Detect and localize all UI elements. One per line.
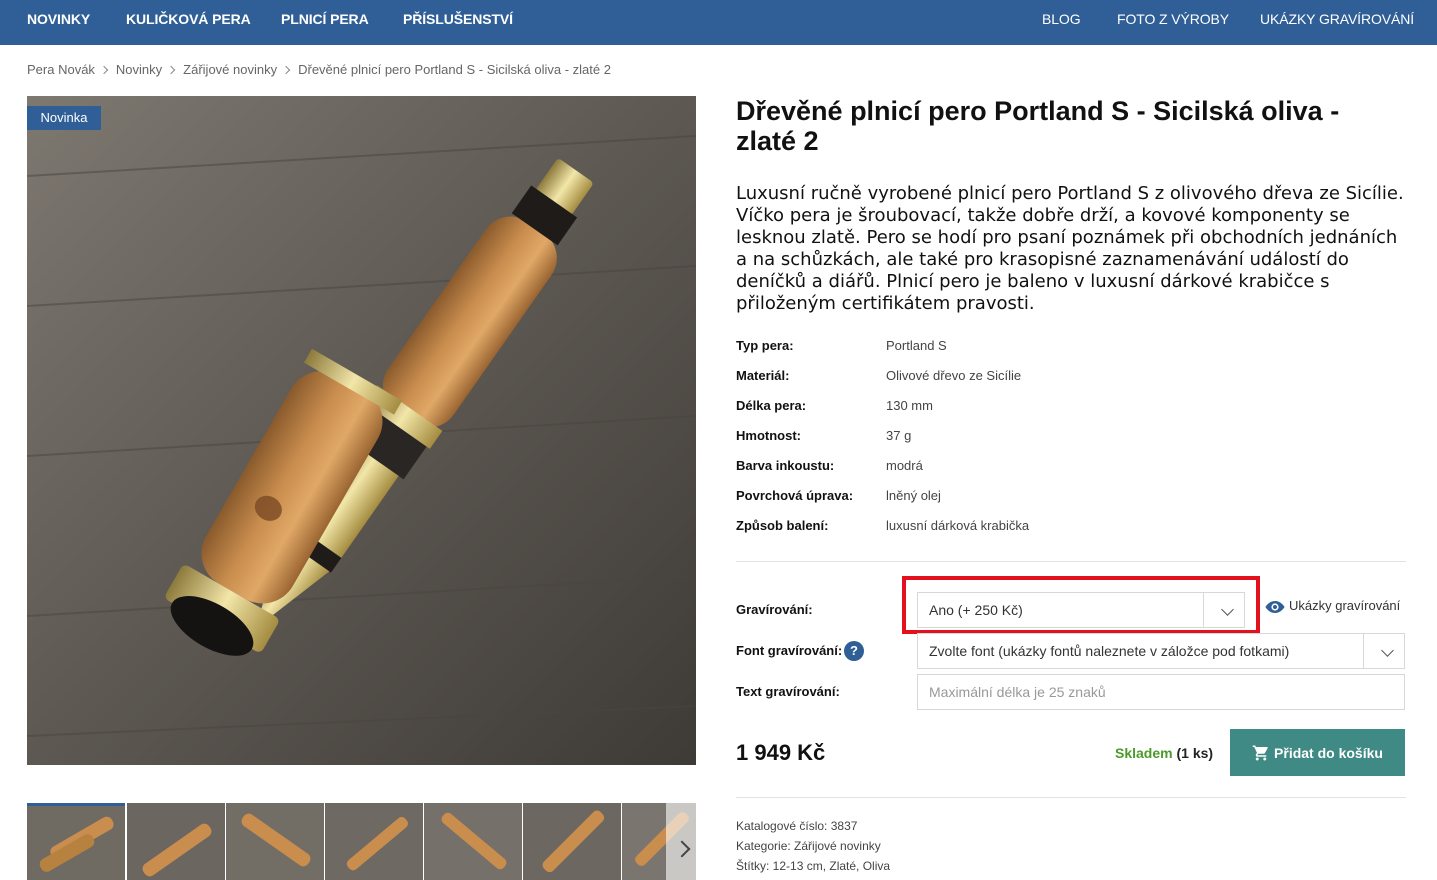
stock-status: Skladem (1 ks) xyxy=(1115,745,1213,761)
nav-item-blog[interactable]: BLOG xyxy=(1042,0,1081,45)
spec-value: Portland S xyxy=(886,338,947,353)
chevron-right-icon xyxy=(166,65,176,75)
thumbnail-6[interactable] xyxy=(523,803,621,880)
stock-label: Skladem xyxy=(1115,745,1173,761)
product-main-image[interactable] xyxy=(27,96,696,765)
engraving-text-input[interactable] xyxy=(917,674,1405,710)
eye-icon xyxy=(1265,601,1285,613)
nav-item-kulickova-pera[interactable]: KULIČKOVÁ PERA xyxy=(126,0,251,45)
spec-value: Olivové dřevo ze Sicílie xyxy=(886,368,1022,383)
add-to-cart-label: Přidat do košíku xyxy=(1274,744,1383,761)
thumbnail-image xyxy=(127,803,225,880)
product-title: Dřevěné plnicí pero Portland S - Sicilsk… xyxy=(736,96,1340,156)
chevron-right-icon xyxy=(673,840,691,858)
spec-label: Způsob balení: xyxy=(736,518,829,533)
top-navigation: NOVINKY KULIČKOVÁ PERA PLNICÍ PERA PŘÍSL… xyxy=(0,0,1437,45)
thumbnail-image xyxy=(27,806,125,880)
engraving-examples-label: Ukázky gravírování xyxy=(1289,598,1401,613)
spec-value: 130 mm xyxy=(886,398,933,413)
thumbnail-image xyxy=(226,803,324,880)
breadcrumb-item-home[interactable]: Pera Novák xyxy=(27,62,95,77)
thumbnail-2[interactable] xyxy=(127,803,225,880)
help-icon[interactable]: ? xyxy=(844,641,864,661)
font-label: Font gravírování: xyxy=(736,643,843,658)
thumbnail-3[interactable] xyxy=(226,803,324,880)
spec-row: Hmotnost: 37 g xyxy=(736,424,1406,454)
nav-item-ukazky-gravirovani[interactable]: UKÁZKY GRAVÍROVÁNÍ xyxy=(1260,0,1414,45)
divider xyxy=(736,797,1406,798)
product-description: Luxusní ručně vyrobené plnicí pero Portl… xyxy=(736,183,1404,314)
stock-count: (1 ks) xyxy=(1176,745,1214,761)
breadcrumb: Pera Novák Novinky Zářijové novinky Dřevěné… xyxy=(27,62,611,77)
spec-value: 37 g xyxy=(886,428,912,443)
thumbnail-image xyxy=(325,803,423,880)
font-select[interactable]: Zvolte font (ukázky fontů naleznete v zá… xyxy=(917,633,1405,669)
nav-item-prislusenstvi[interactable]: PŘÍSLUŠENSTVÍ xyxy=(403,0,513,45)
spec-label: Délka pera: xyxy=(736,398,807,413)
spec-value: luxusní dárková krabička xyxy=(886,518,1030,533)
spec-row: Délka pera: 130 mm xyxy=(736,394,1406,424)
spec-label: Materiál: xyxy=(736,368,790,383)
pen-photo xyxy=(27,96,696,765)
spec-row: Barva inkoustu: modrá xyxy=(736,454,1406,484)
spec-row: Povrchová úprava: lněný olej xyxy=(736,484,1406,514)
category-info: Kategorie: Zářijové novinky xyxy=(736,839,881,853)
engraving-label: Gravírování: xyxy=(736,602,813,617)
thumbnail-5[interactable] xyxy=(424,803,522,880)
nav-item-plnici-pera[interactable]: PLNICÍ PERA xyxy=(281,0,369,45)
chevron-right-icon xyxy=(281,65,291,75)
nav-item-novinky[interactable]: NOVINKY xyxy=(27,0,90,45)
catalog-number: Katalogové číslo: 3837 xyxy=(736,819,858,833)
engraving-examples-link[interactable]: Ukázky gravírování xyxy=(1265,598,1400,614)
select-divider xyxy=(1203,593,1204,627)
font-select-value: Zvolte font (ukázky fontů naleznete v zá… xyxy=(929,643,1290,659)
product-specs: Typ pera: Portland S Materiál: Olivové dře… xyxy=(736,334,1406,544)
spec-label: Hmotnost: xyxy=(736,428,801,443)
spec-row: Materiál: Olivové dřevo ze Sicílie xyxy=(736,364,1406,394)
engraving-select[interactable]: Ano (+ 250 Kč) xyxy=(917,592,1245,628)
spec-value: modrá xyxy=(886,458,923,473)
thumbnail-image xyxy=(523,803,621,880)
thumbnail-image xyxy=(424,803,522,880)
chevron-down-icon xyxy=(1381,644,1394,657)
spec-value: lněný olej xyxy=(886,488,941,503)
divider xyxy=(736,561,1406,562)
chevron-right-icon xyxy=(99,65,109,75)
spec-label: Povrchová úprava: xyxy=(736,488,854,503)
thumbnail-1[interactable] xyxy=(27,803,125,880)
nav-item-foto-z-vyroby[interactable]: FOTO Z VÝROBY xyxy=(1117,0,1229,45)
cart-icon xyxy=(1252,745,1268,760)
text-label: Text gravírování: xyxy=(736,684,840,699)
engraving-select-value: Ano (+ 250 Kč) xyxy=(929,602,1023,618)
breadcrumb-item-novinky[interactable]: Novinky xyxy=(116,62,162,77)
breadcrumb-item-zarijove-novinky[interactable]: Zářijové novinky xyxy=(183,62,277,77)
new-badge: Novinka xyxy=(27,106,101,130)
spec-row: Typ pera: Portland S xyxy=(736,334,1406,364)
thumbnail-next-button[interactable] xyxy=(672,835,698,865)
spec-label: Barva inkoustu: xyxy=(736,458,835,473)
breadcrumb-current: Dřevěné plnicí pero Portland S - Sicilsk… xyxy=(298,62,611,77)
select-divider xyxy=(1363,634,1364,668)
chevron-down-icon xyxy=(1221,603,1234,616)
product-price: 1 949 Kč xyxy=(736,740,826,765)
spec-label: Typ pera: xyxy=(736,338,794,353)
add-to-cart-button[interactable]: Přidat do košíku xyxy=(1230,729,1405,776)
spec-row: Způsob balení: luxusní dárková krabička xyxy=(736,514,1406,544)
thumbnail-strip xyxy=(27,803,696,880)
thumbnail-4[interactable] xyxy=(325,803,423,880)
tags-info: Štítky: 12-13 cm, Zlaté, Oliva xyxy=(736,859,891,873)
